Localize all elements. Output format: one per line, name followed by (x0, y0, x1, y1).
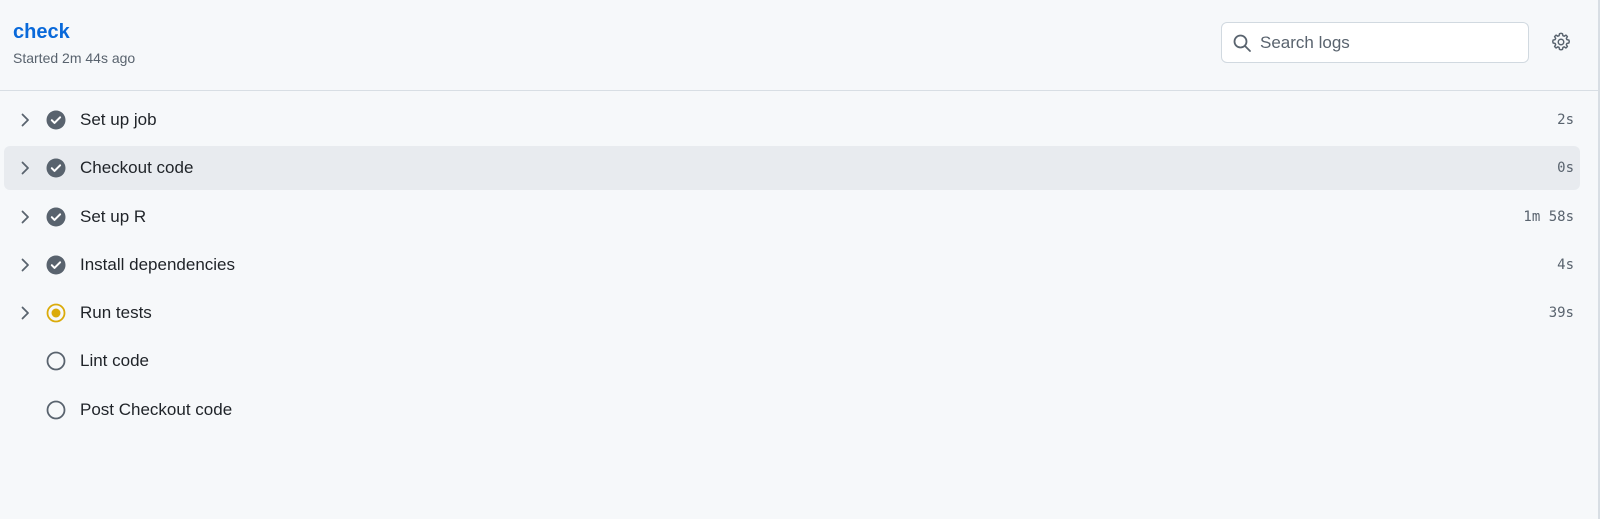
step-name: Checkout code (80, 158, 194, 178)
in-progress-icon (46, 303, 66, 323)
step-duration: 39s (1548, 305, 1574, 322)
steps-list: Set up job 2s Checkout code 0s Set up R … (0, 98, 1598, 436)
check-circle-fill-icon (46, 255, 66, 275)
check-circle-fill-icon (46, 158, 66, 178)
job-started-time: Started 2m 44s ago (13, 50, 136, 66)
chevron-right-icon[interactable] (16, 304, 34, 322)
job-header: check Started 2m 44s ago (0, 0, 1598, 91)
circle-icon (46, 351, 66, 371)
step-row-set-up-r[interactable]: Set up R 1m 58s (4, 195, 1580, 239)
chevron-right-icon[interactable] (16, 208, 34, 226)
chevron-right-icon[interactable] (16, 111, 34, 129)
step-row-run-tests[interactable]: Run tests 39s (4, 291, 1580, 335)
check-circle-fill-icon (46, 110, 66, 130)
chevron-right-icon[interactable] (16, 159, 34, 177)
step-row-lint-code[interactable]: Lint code (4, 339, 1580, 383)
chevron-right-icon[interactable] (16, 256, 34, 274)
settings-button[interactable] (1546, 27, 1576, 57)
step-name: Run tests (80, 303, 152, 323)
step-name: Install dependencies (80, 254, 236, 274)
job-title[interactable]: check (13, 20, 70, 44)
step-duration: 4s (1557, 256, 1574, 273)
step-duration: 0s (1557, 160, 1574, 177)
step-duration: 1m 58s (1523, 208, 1574, 225)
step-row-set-up-job[interactable]: Set up job 2s (4, 98, 1580, 142)
step-name: Set up R (80, 206, 147, 226)
step-name: Set up job (80, 110, 157, 129)
search-logs-input[interactable] (1260, 23, 1522, 62)
step-name: Post Checkout code (80, 399, 233, 419)
check-circle-fill-icon (46, 207, 66, 227)
step-row-install-dependencies[interactable]: Install dependencies 4s (4, 243, 1580, 287)
step-row-post-checkout-code[interactable]: Post Checkout code (4, 388, 1580, 432)
circle-icon (46, 400, 66, 420)
step-duration: 2s (1557, 112, 1574, 128)
search-logs-box[interactable] (1221, 22, 1529, 63)
step-name: Lint code (80, 351, 149, 371)
step-row-checkout-code[interactable]: Checkout code 0s (4, 146, 1580, 191)
search-icon (1232, 33, 1252, 53)
